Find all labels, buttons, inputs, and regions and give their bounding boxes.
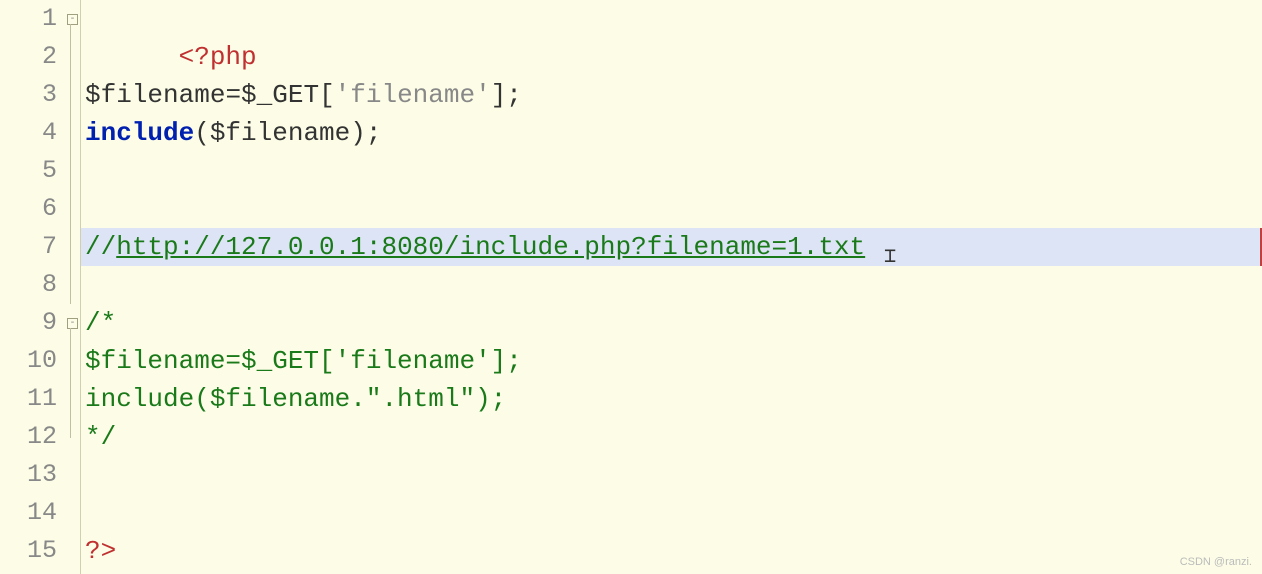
line-number: 2 [0, 38, 57, 76]
bracket: [ [319, 80, 335, 110]
code-line: ?> [81, 532, 1262, 570]
bracket: ]; [491, 80, 522, 110]
php-close-tag: ?> [85, 536, 116, 566]
operator: = [225, 80, 241, 110]
variable: $filename [210, 118, 350, 148]
line-number: 9 [0, 304, 57, 342]
variable: $filename [85, 80, 225, 110]
line-number: 12 [0, 418, 57, 456]
superglobal: $_GET [241, 80, 319, 110]
code-line: <?php [81, 0, 1262, 38]
line-number: 7 [0, 228, 57, 266]
paren: ); [350, 118, 381, 148]
block-comment-close: */ [85, 422, 116, 452]
line-number: 5 [0, 152, 57, 190]
code-line [81, 38, 1262, 76]
line-number: 4 [0, 114, 57, 152]
line-number: 15 [0, 532, 57, 570]
code-line [81, 152, 1262, 190]
code-line [81, 456, 1262, 494]
line-number: 1 [0, 0, 57, 38]
line-number: 3 [0, 76, 57, 114]
code-line: include($filename); [81, 114, 1262, 152]
code-line [81, 266, 1262, 304]
line-number: 11 [0, 380, 57, 418]
watermark-label: CSDN @ranzi. [1180, 556, 1252, 568]
paren: ( [194, 118, 210, 148]
code-line-active: //http://127.0.0.1:8080/include.php?file… [81, 228, 1262, 266]
line-number: 10 [0, 342, 57, 380]
block-comment-open: /* [85, 308, 116, 338]
code-line: */ [81, 418, 1262, 456]
fold-column: - - [65, 0, 81, 574]
line-number: 8 [0, 266, 57, 304]
code-editor[interactable]: 1 2 3 4 5 6 7 8 9 10 11 12 13 14 15 - - [0, 0, 1262, 574]
fold-guide [70, 328, 71, 438]
code-content[interactable]: <?php $filename=$_GET['filename']; inclu… [81, 0, 1262, 574]
comment-slashes: // [85, 232, 116, 262]
keyword: include [85, 118, 194, 148]
line-number: 13 [0, 456, 57, 494]
fold-toggle-icon[interactable]: - [67, 14, 78, 25]
code-line: include($filename.".html"); [81, 380, 1262, 418]
code-line: $filename=$_GET['filename']; [81, 342, 1262, 380]
string-literal: 'filename' [335, 80, 491, 110]
code-line: $filename=$_GET['filename']; [81, 76, 1262, 114]
line-number: 6 [0, 190, 57, 228]
block-comment-text: $filename=$_GET['filename']; [85, 346, 522, 376]
fold-toggle-icon[interactable]: - [67, 318, 78, 329]
comment-url: http://127.0.0.1:8080/include.php?filena… [116, 232, 865, 262]
code-line [81, 190, 1262, 228]
line-number-gutter: 1 2 3 4 5 6 7 8 9 10 11 12 13 14 15 [0, 0, 65, 574]
line-number: 14 [0, 494, 57, 532]
code-line [81, 494, 1262, 532]
block-comment-text: include($filename.".html"); [85, 384, 506, 414]
fold-guide [70, 24, 71, 304]
php-open-tag: <?php [179, 42, 257, 72]
code-line: /* [81, 304, 1262, 342]
